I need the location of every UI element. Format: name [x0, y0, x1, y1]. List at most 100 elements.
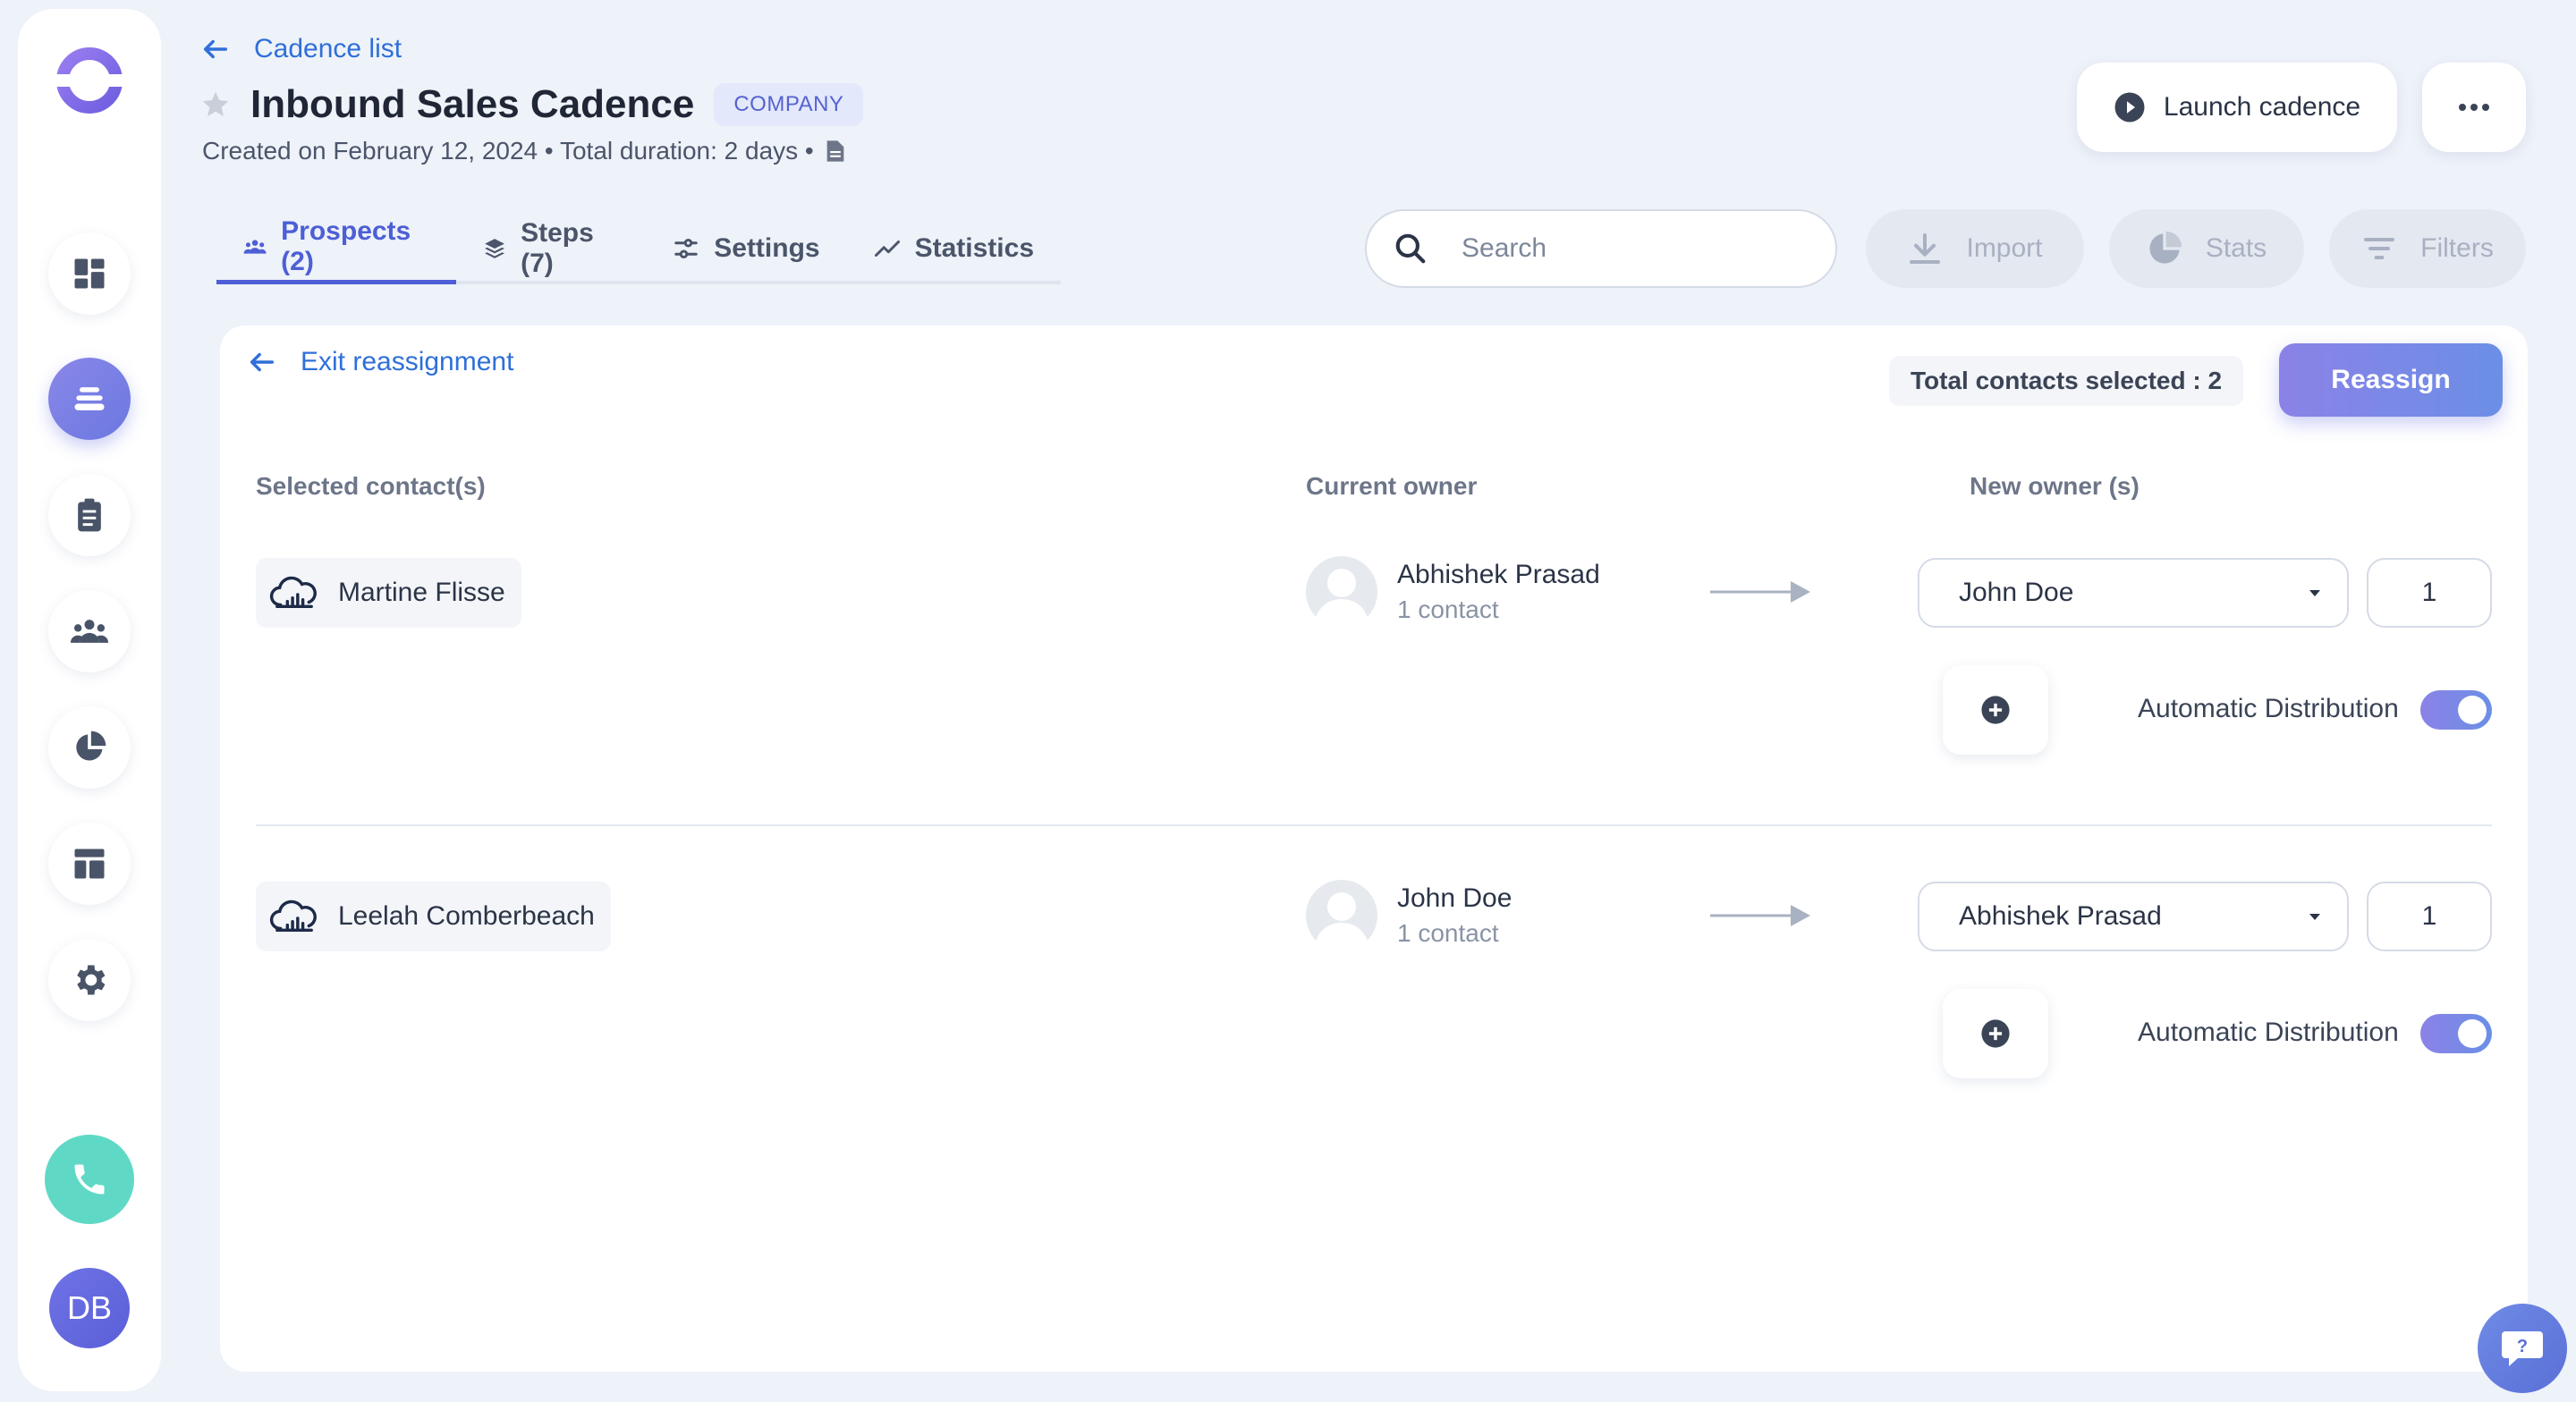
- sidebar-item-people[interactable]: [48, 590, 131, 672]
- arrow-left-icon: [203, 39, 228, 59]
- tab-settings-label: Settings: [714, 233, 820, 263]
- sidebar: DB: [18, 9, 161, 1391]
- sidebar-item-analytics[interactable]: [48, 706, 131, 789]
- contact-name: Martine Flisse: [338, 578, 505, 607]
- quantity-value: 1: [2421, 901, 2437, 931]
- column-header-new-owner: New owner (s): [1970, 472, 2140, 500]
- total-selected-text: Total contacts selected : 2: [1911, 367, 2223, 394]
- sidebar-item-templates[interactable]: [48, 823, 131, 905]
- column-header-current-owner: Current owner: [1306, 472, 1478, 500]
- caret-down-icon: [2309, 914, 2320, 920]
- user-initials: DB: [66, 1289, 112, 1326]
- avatar-placeholder-icon: [1306, 556, 1377, 628]
- chat-help-icon: ?: [2502, 1331, 2543, 1366]
- search-icon: [1395, 233, 1426, 264]
- salesforce-cloud-icon: [269, 576, 317, 609]
- search-input[interactable]: [1462, 233, 1801, 264]
- stats-button[interactable]: Stats: [2109, 209, 2304, 288]
- tasks-icon: [78, 498, 101, 532]
- phone-button[interactable]: [45, 1135, 134, 1224]
- tab-prospects-label: Prospects (2): [281, 215, 411, 276]
- more-options-button[interactable]: [2422, 63, 2526, 152]
- column-header-selected: Selected contact(s): [256, 472, 486, 500]
- tab-statistics[interactable]: Statistics: [847, 213, 1061, 284]
- pie-chart-icon: [76, 731, 106, 761]
- quantity-value: 1: [2421, 578, 2437, 607]
- tab-steps[interactable]: Steps (7): [456, 213, 646, 284]
- exit-reassignment-label: Exit reassignment: [301, 347, 514, 376]
- gear-icon: [77, 965, 106, 995]
- company-badge: COMPANY: [714, 83, 864, 126]
- cadence-subtitle: Created on February 12, 2024 • Total dur…: [202, 137, 846, 165]
- add-owner-button[interactable]: [1943, 989, 2048, 1078]
- cadence-icon: [74, 387, 105, 410]
- sidebar-item-settings[interactable]: [48, 939, 131, 1021]
- new-owner-select[interactable]: Abhishek Prasad: [1918, 882, 2349, 951]
- automatic-distribution-toggle[interactable]: [2420, 690, 2492, 730]
- trend-icon: [874, 241, 900, 257]
- salesforce-cloud-icon: [269, 899, 317, 933]
- sliders-icon: [674, 239, 698, 258]
- document-icon[interactable]: [825, 139, 846, 164]
- new-owner-select[interactable]: John Doe: [1918, 558, 2349, 628]
- sidebar-item-cadences[interactable]: [48, 358, 131, 440]
- star-icon[interactable]: [200, 89, 231, 120]
- layers-icon: [485, 239, 504, 258]
- avatar-placeholder-icon: [1306, 880, 1377, 951]
- exit-reassignment-link[interactable]: Exit reassignment: [247, 347, 513, 377]
- templates-icon: [74, 849, 105, 879]
- play-circle-icon: [2114, 92, 2145, 122]
- new-owner-value: John Doe: [1959, 578, 2074, 607]
- download-icon: [1910, 233, 1941, 264]
- contact-chip: Martine Flisse: [256, 558, 521, 628]
- filters-button[interactable]: Filters: [2329, 209, 2526, 288]
- back-link-label: Cadence list: [254, 34, 402, 63]
- sidebar-item-dashboard[interactable]: [48, 232, 131, 315]
- reassign-label: Reassign: [2331, 365, 2451, 394]
- dashboard-icon: [74, 258, 105, 289]
- add-owner-button[interactable]: [1943, 665, 2048, 755]
- row-divider: [256, 824, 2492, 826]
- total-selected-badge: Total contacts selected : 2: [1889, 356, 2244, 406]
- tab-prospects[interactable]: Prospects (2): [216, 213, 457, 284]
- current-owner-count: 1 contact: [1397, 595, 1499, 623]
- title-row: Inbound Sales Cadence COMPANY: [200, 82, 864, 127]
- tab-statistics-label: Statistics: [914, 233, 1034, 263]
- import-label: Import: [1966, 233, 2043, 263]
- automatic-distribution-toggle[interactable]: [2420, 1014, 2492, 1053]
- toggle-knob: [2458, 1019, 2487, 1048]
- launch-cadence-label: Launch cadence: [2163, 92, 2361, 122]
- reassign-button[interactable]: Reassign: [2279, 343, 2503, 417]
- launch-cadence-button[interactable]: Launch cadence: [2077, 63, 2397, 152]
- back-to-cadence-list[interactable]: Cadence list: [200, 34, 402, 64]
- quantity-input[interactable]: 1: [2367, 882, 2492, 951]
- page-title: Inbound Sales Cadence: [250, 82, 695, 126]
- quantity-input[interactable]: 1: [2367, 558, 2492, 628]
- tab-settings[interactable]: Settings: [646, 213, 846, 284]
- import-button[interactable]: Import: [1866, 209, 2084, 288]
- people-icon: [243, 239, 267, 254]
- pie-chart-icon: [2149, 231, 2182, 264]
- arrow-right-icon: [1710, 905, 1810, 926]
- stats-label: Stats: [2205, 233, 2267, 263]
- toggle-knob: [2458, 696, 2487, 724]
- help-chat-button[interactable]: ?: [2478, 1304, 2567, 1393]
- plus-circle-icon: [1981, 696, 2010, 724]
- plus-circle-icon: [1981, 1019, 2010, 1048]
- phone-icon: [74, 1164, 105, 1195]
- current-owner-name: Abhishek Prasad: [1397, 560, 1600, 589]
- user-avatar[interactable]: DB: [49, 1268, 130, 1348]
- current-owner: John Doe 1 contact: [1306, 880, 1512, 951]
- current-owner-count: 1 contact: [1397, 919, 1499, 947]
- search-box[interactable]: [1365, 209, 1837, 288]
- current-owner: Abhishek Prasad 1 contact: [1306, 556, 1600, 628]
- contact-name: Leelah Comberbeach: [338, 901, 595, 931]
- caret-down-icon: [2309, 590, 2320, 596]
- more-horizontal-icon: [2459, 104, 2489, 111]
- sidebar-item-tasks[interactable]: [48, 474, 131, 556]
- app-logo[interactable]: [54, 45, 125, 116]
- arrow-right-icon: [1710, 581, 1810, 603]
- cadence-tabs: Prospects (2) Steps (7) Settings Statist…: [216, 213, 1061, 284]
- automatic-distribution-label: Automatic Distribution: [2138, 694, 2399, 723]
- svg-text:?: ?: [2517, 1337, 2528, 1356]
